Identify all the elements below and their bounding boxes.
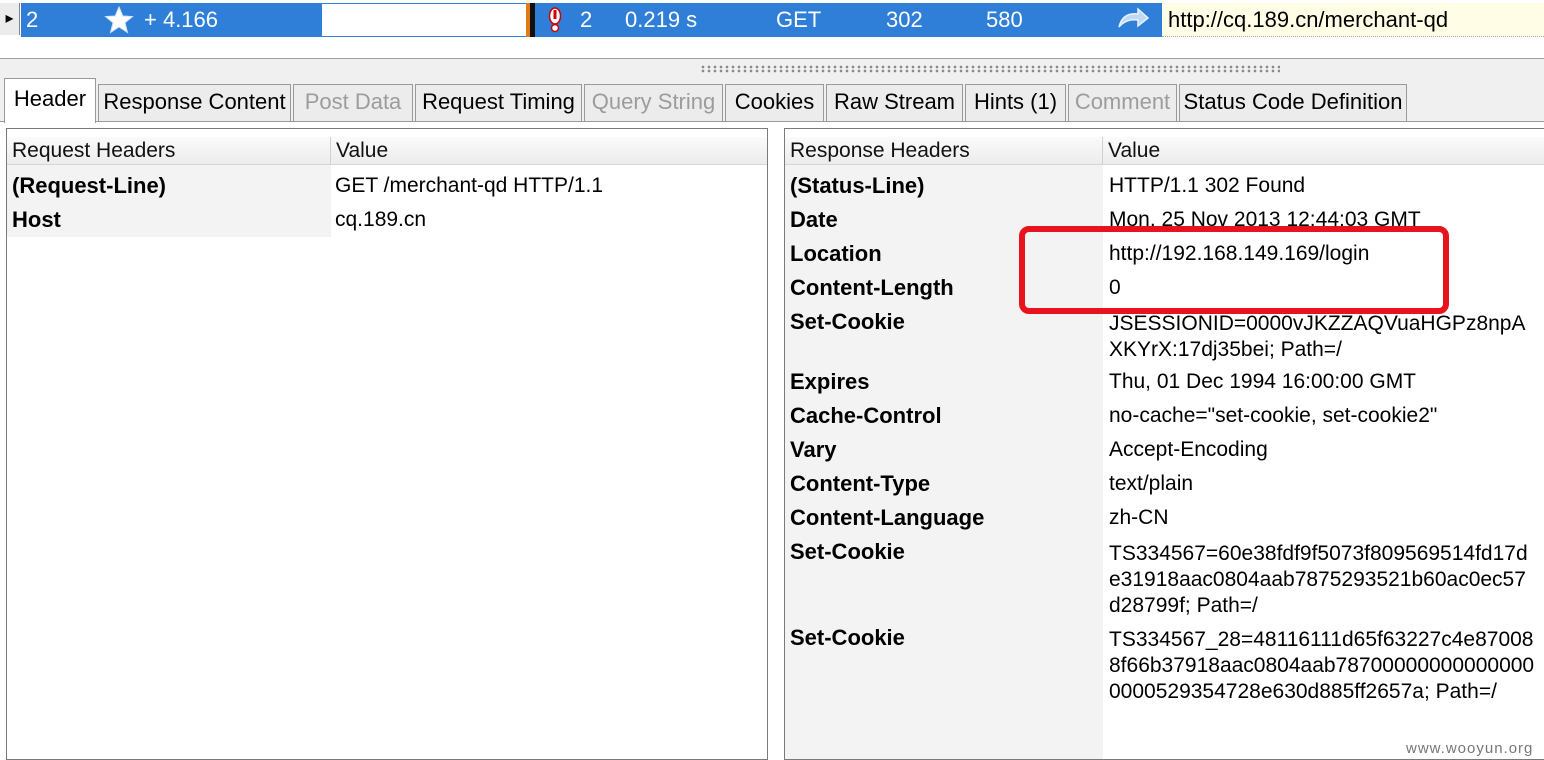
request-method: GET <box>776 7 822 32</box>
selected-request-row[interactable]: ▸ 2 + 4.166 2 0.219 s GET 302 580 http:/… <box>0 0 1544 40</box>
watermark: www.wooyun.org <box>1406 740 1534 757</box>
response-header-value: Thu, 01 Dec 1994 16:00:00 GMT <box>1109 370 1417 393</box>
request-headers-panel[interactable]: Request Headers Value (Request-Line) GET… <box>6 128 768 760</box>
pane-splitter[interactable] <box>0 58 1544 80</box>
response-header-value: Accept-Encoding <box>1109 438 1268 461</box>
response-header-name: (Status-Line) <box>790 173 925 198</box>
timeline-area <box>322 4 526 36</box>
tab-header[interactable]: Header <box>4 78 96 123</box>
response-header-name: Set-Cookie <box>790 539 905 564</box>
request-header-value: GET /merchant-qd HTTP/1.1 <box>335 174 604 197</box>
request-value-column-header[interactable]: Value <box>331 137 767 165</box>
time-offset: + 4.166 <box>144 7 219 32</box>
request-headers-column-header[interactable]: Request Headers <box>7 137 331 165</box>
tab-hints[interactable]: Hints (1) <box>965 84 1066 121</box>
request-url: http://cq.189.cn/merchant-qd <box>1168 7 1449 32</box>
response-header-name: Content-Length <box>790 275 954 300</box>
response-header-name: Expires <box>790 369 870 394</box>
tab-response-content[interactable]: Response Content <box>98 84 291 121</box>
response-header-name: Set-Cookie <box>790 309 905 334</box>
response-header-value: TS334567_28=48116111d65f63227c4e870088f6… <box>1109 628 1535 703</box>
response-header-value: JSESSIONID=0000vJKZZAQVuaHGPz8npAXKYrX:1… <box>1109 312 1526 361</box>
response-header-value: HTTP/1.1 302 Found <box>1109 174 1306 197</box>
response-header-name: Location <box>790 241 882 266</box>
response-headers-column-header[interactable]: Response Headers <box>785 137 1103 165</box>
response-header-value: no-cache="set-cookie, set-cookie2" <box>1109 404 1438 427</box>
response-header-name: Content-Language <box>790 505 985 530</box>
alert-icon <box>548 7 562 33</box>
request-header-value: cq.189.cn <box>335 208 427 231</box>
response-headers-panel[interactable]: Response Headers Value (Status-Line) HTT… <box>784 128 1544 760</box>
response-value-column-header[interactable]: Value <box>1103 137 1544 165</box>
response-header-name: Date <box>790 207 838 232</box>
detail-tab-strip: Header Response Content Post Data Reques… <box>0 78 1544 123</box>
response-header-name: Vary <box>790 437 837 462</box>
request-header-name: (Request-Line) <box>12 173 166 198</box>
star-icon <box>104 6 134 34</box>
splitter-grip-handle[interactable] <box>700 65 1280 73</box>
tab-request-timing[interactable]: Request Timing <box>415 84 582 121</box>
tab-cookies[interactable]: Cookies <box>725 84 824 121</box>
request-duration: 0.219 s <box>625 7 698 32</box>
response-header-name: Set-Cookie <box>790 625 905 650</box>
tab-query-string[interactable]: Query String <box>584 84 723 121</box>
row-expand-icon[interactable]: ▸ <box>0 3 20 35</box>
request-index: 2 <box>26 7 39 32</box>
annotation-highlight-box <box>1019 226 1449 314</box>
response-header-value: TS334567=60e38fdf9f5073f809569514fd17de3… <box>1109 542 1528 617</box>
tab-post-data[interactable]: Post Data <box>293 84 413 121</box>
alert-count: 2 <box>580 7 593 32</box>
redirect-arrow-icon <box>1118 7 1150 28</box>
response-size: 580 <box>986 7 1023 32</box>
timeline-bar <box>526 3 535 37</box>
tab-comment[interactable]: Comment <box>1068 84 1177 121</box>
status-code: 302 <box>886 7 923 32</box>
tab-status-code-definition[interactable]: Status Code Definition <box>1179 84 1407 121</box>
response-header-value: text/plain <box>1109 472 1194 495</box>
response-header-name: Cache-Control <box>790 403 942 428</box>
response-header-value: zh-CN <box>1109 506 1169 529</box>
tab-raw-stream[interactable]: Raw Stream <box>826 84 963 121</box>
response-header-name: Content-Type <box>790 471 931 496</box>
request-header-name: Host <box>12 207 61 232</box>
